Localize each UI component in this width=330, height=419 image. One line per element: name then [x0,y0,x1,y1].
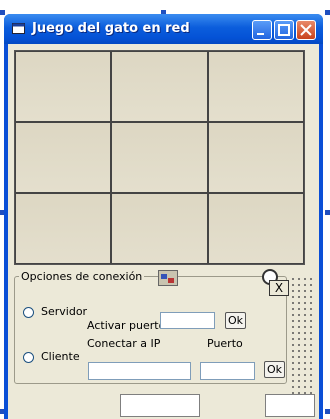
activate-port-ok-button[interactable]: Ok [225,312,246,329]
selection-handle[interactable] [0,10,5,15]
minimize-button[interactable] [252,20,272,40]
ip-input[interactable] [88,362,191,380]
title-bar[interactable]: Juego del gato en red [4,14,323,44]
game-window: Juego del gato en red Opciones de conexi… [4,14,323,419]
board-cell[interactable] [15,122,112,193]
close-icon [300,24,312,36]
minimize-icon [257,33,264,35]
connect-ok-button[interactable]: Ok [264,361,285,378]
activate-port-input[interactable] [160,312,215,329]
selection-handle[interactable] [325,10,330,15]
port-label: Puerto [207,337,243,350]
window-icon [12,23,25,34]
tic-tac-toe-board [14,50,305,265]
activate-port-label: Activar puerto [87,319,166,332]
selection-handle[interactable] [325,409,330,414]
board-cell[interactable] [207,122,304,193]
server-label: Servidor [41,305,88,318]
board-cell[interactable] [207,51,304,122]
connect-ip-label: Conectar a IP [87,337,161,350]
board-cell[interactable] [111,51,208,122]
board-cell[interactable] [15,51,112,122]
selection-handle[interactable] [325,210,330,215]
client-radio[interactable] [23,352,34,363]
status-field-2[interactable] [265,394,315,417]
network-control-icon[interactable] [158,270,178,286]
window-client-area: Opciones de conexión Servidor Activar pu… [8,44,319,419]
status-field-1[interactable] [120,394,200,417]
board-cell[interactable] [15,193,112,264]
close-small-button[interactable]: X [269,280,289,296]
server-radio[interactable] [23,307,34,318]
frame-label: Opciones de conexión [19,270,145,283]
maximize-button[interactable] [274,20,294,40]
board-cell[interactable] [111,122,208,193]
board-cell[interactable] [111,193,208,264]
board-cell[interactable] [207,193,304,264]
maximize-icon [278,24,290,36]
window-title: Juego del gato en red [32,21,190,36]
close-window-button[interactable] [296,20,316,40]
connection-options-frame: Opciones de conexión Servidor Activar pu… [14,270,287,384]
port-input[interactable] [200,362,255,380]
client-label: Cliente [41,350,80,363]
network-glyph [161,274,174,283]
